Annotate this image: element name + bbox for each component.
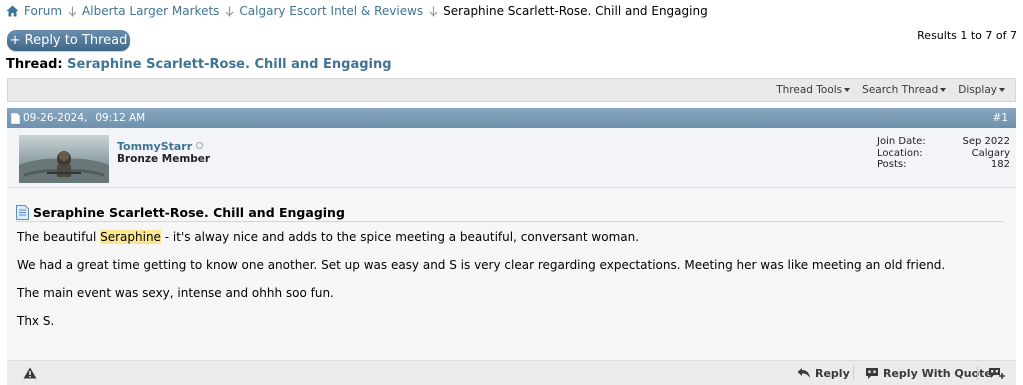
post-title-text: Seraphine Scarlett-Rose. Chill and Engag… — [33, 204, 345, 220]
user-rank: Bronze Member — [117, 153, 211, 165]
thread-tools-label: Thread Tools — [776, 84, 843, 96]
search-thread-menu[interactable]: Search Thread — [862, 84, 947, 96]
user-stats: Join Date: Sep 2022 Location: Calgary Po… — [877, 136, 1010, 171]
breadcrumb-separator-icon — [68, 6, 77, 16]
stat-value: 182 — [990, 159, 1010, 170]
quote-icon — [866, 367, 878, 379]
post-paragraph: The main event was sexy, intense and ohh… — [17, 286, 334, 300]
divider — [853, 366, 854, 380]
thread-title-link[interactable]: Seraphine Scarlett-Rose. Chill and Engag… — [67, 57, 391, 72]
breadcrumb-separator-icon — [225, 6, 234, 16]
page-icon — [16, 204, 29, 220]
post-time: 09:12 AM — [95, 112, 146, 124]
stat-label: Location: — [877, 147, 923, 159]
stat-location: Location: Calgary — [877, 148, 1010, 160]
post-paragraph: We had a great time getting to know one … — [17, 258, 946, 272]
stat-posts: Posts: 182 — [877, 159, 1010, 171]
warning-icon[interactable] — [23, 367, 37, 379]
post-paragraph: Thx S. — [17, 314, 55, 328]
post-footer: Reply Reply With Quote — [7, 360, 1016, 385]
reply-button[interactable]: Reply — [797, 366, 850, 380]
post-paragraph: The beautiful Seraphine - it's alway nic… — [17, 230, 945, 244]
stat-value: Sep 2022 — [962, 136, 1010, 147]
caret-down-icon — [999, 88, 1005, 92]
reply-to-thread-button[interactable]: + Reply to Thread — [7, 30, 130, 51]
document-icon — [11, 112, 20, 124]
user-info: TommyStarr Bronze Member Join Date: Sep … — [7, 128, 1016, 188]
display-label: Display — [958, 84, 997, 96]
username-link[interactable]: TommyStarr — [117, 140, 204, 153]
multi-quote-icon — [989, 367, 1005, 379]
caret-down-icon — [940, 88, 947, 92]
reply-with-quote-button[interactable]: Reply With Quote — [865, 366, 992, 380]
results-count: Results 1 to 7 of 7 — [917, 29, 1017, 42]
post-content: The beautiful Seraphine - it's alway nic… — [17, 230, 945, 328]
breadcrumb-current: Seraphine Scarlett-Rose. Chill and Engag… — [443, 4, 708, 18]
home-icon[interactable] — [6, 5, 19, 17]
divider — [977, 366, 978, 380]
post-body: Seraphine Scarlett-Rose. Chill and Engag… — [7, 188, 1016, 360]
thread-title-prefix: Thread: — [6, 57, 63, 72]
post-number-link[interactable]: #1 — [993, 112, 1008, 124]
breadcrumb: Forum Alberta Larger Markets Calgary Esc… — [6, 3, 708, 19]
username: TommyStarr — [117, 140, 193, 153]
breadcrumb-forum-link[interactable]: Forum — [24, 4, 62, 18]
search-thread-label: Search Thread — [862, 84, 939, 96]
reply-arrow-icon — [797, 368, 810, 378]
breadcrumb-alberta-link[interactable]: Alberta Larger Markets — [82, 4, 219, 18]
reply-with-quote-label: Reply With Quote — [883, 366, 992, 380]
post-date: 09-26-2024, — [23, 112, 88, 124]
search-highlight: Seraphine — [100, 230, 161, 244]
caret-down-icon — [844, 88, 851, 92]
stat-label: Posts: — [877, 159, 907, 170]
stat-value: Calgary — [971, 147, 1010, 159]
display-menu[interactable]: Display — [958, 84, 1005, 96]
avatar[interactable] — [19, 135, 109, 183]
breadcrumb-calgary-link[interactable]: Calgary Escort Intel & Reviews — [239, 4, 423, 18]
post-header: 09-26-2024, 09:12 AM #1 — [7, 108, 1016, 128]
stat-join-date: Join Date: Sep 2022 — [877, 136, 1010, 148]
thread-toolbar: Thread Tools Search Thread Display — [7, 78, 1016, 102]
post-title: Seraphine Scarlett-Rose. Chill and Engag… — [16, 203, 1004, 222]
stat-label: Join Date: — [877, 136, 926, 147]
offline-status-icon — [196, 142, 204, 149]
multi-quote-button[interactable] — [988, 366, 1009, 380]
post-text: The beautiful — [17, 230, 101, 244]
breadcrumb-separator-icon — [429, 6, 438, 16]
reply-label: Reply — [815, 366, 850, 380]
thread-tools-menu[interactable]: Thread Tools — [776, 84, 851, 96]
thread-title: Thread: Seraphine Scarlett-Rose. Chill a… — [6, 57, 392, 72]
post-text: - it's alway nice and adds to the spice … — [160, 230, 640, 244]
